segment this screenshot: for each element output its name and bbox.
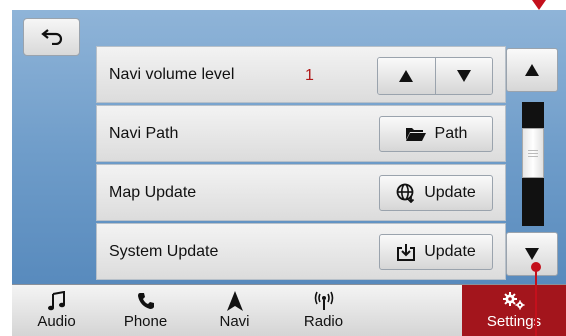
row-navi-volume: Navi volume level 1 — [96, 46, 506, 103]
callout-line — [535, 270, 537, 336]
gears-icon — [502, 291, 526, 311]
row-map-update: Map Update Update — [96, 164, 506, 221]
row-label: Navi Path — [109, 125, 179, 142]
globe-icon — [396, 183, 416, 203]
tab-navi[interactable]: Navi — [190, 285, 279, 336]
music-note-icon — [47, 291, 66, 311]
tab-radio[interactable]: Radio — [279, 285, 368, 336]
callout-marker — [532, 0, 546, 10]
radio-signal-icon — [313, 291, 335, 311]
phone-icon — [137, 291, 155, 311]
settings-screen: Navi volume level 1 Navi Path Path Map U… — [12, 10, 566, 336]
map-update-button[interactable]: Update — [379, 175, 493, 211]
triangle-down-icon — [456, 70, 471, 82]
back-arrow-icon — [40, 29, 62, 45]
tab-label: Radio — [303, 313, 344, 330]
path-button-label: Path — [434, 125, 468, 142]
folder-icon — [405, 126, 427, 142]
scrollbar-track[interactable] — [522, 102, 544, 226]
tab-label: Settings — [486, 313, 542, 330]
triangle-up-icon — [525, 64, 539, 76]
scrollbar-thumb[interactable] — [522, 128, 544, 178]
row-label: Navi volume level — [109, 66, 235, 83]
tab-label: Navi — [219, 313, 250, 330]
tab-settings[interactable]: Settings — [462, 285, 566, 336]
volume-stepper — [377, 57, 493, 95]
settings-list: Navi volume level 1 Navi Path Path Map U… — [96, 46, 506, 282]
row-system-update: System Update Update — [96, 223, 506, 280]
tab-phone[interactable]: Phone — [101, 285, 190, 336]
volume-up-button[interactable] — [378, 58, 435, 94]
navigation-arrow-icon — [226, 291, 243, 311]
scroll-up-button[interactable] — [506, 48, 558, 92]
map-update-label: Update — [424, 184, 476, 201]
tab-audio[interactable]: Audio — [12, 285, 101, 336]
volume-value: 1 — [305, 67, 314, 84]
volume-down-button[interactable] — [434, 58, 492, 94]
back-button[interactable] — [23, 18, 80, 56]
system-update-label: Update — [424, 243, 476, 260]
row-label: Map Update — [109, 184, 197, 201]
callout-dot — [531, 262, 541, 272]
path-button[interactable]: Path — [379, 116, 493, 152]
triangle-down-icon — [525, 248, 539, 260]
download-icon — [396, 243, 416, 261]
bottom-nav-bar: Audio Phone Navi Radio Settings — [12, 284, 566, 336]
tab-label: Audio — [37, 313, 76, 330]
row-navi-path: Navi Path Path — [96, 105, 506, 162]
triangle-up-icon — [399, 70, 414, 82]
row-label: System Update — [109, 243, 219, 260]
system-update-button[interactable]: Update — [379, 234, 493, 270]
tab-label: Phone — [123, 313, 168, 330]
